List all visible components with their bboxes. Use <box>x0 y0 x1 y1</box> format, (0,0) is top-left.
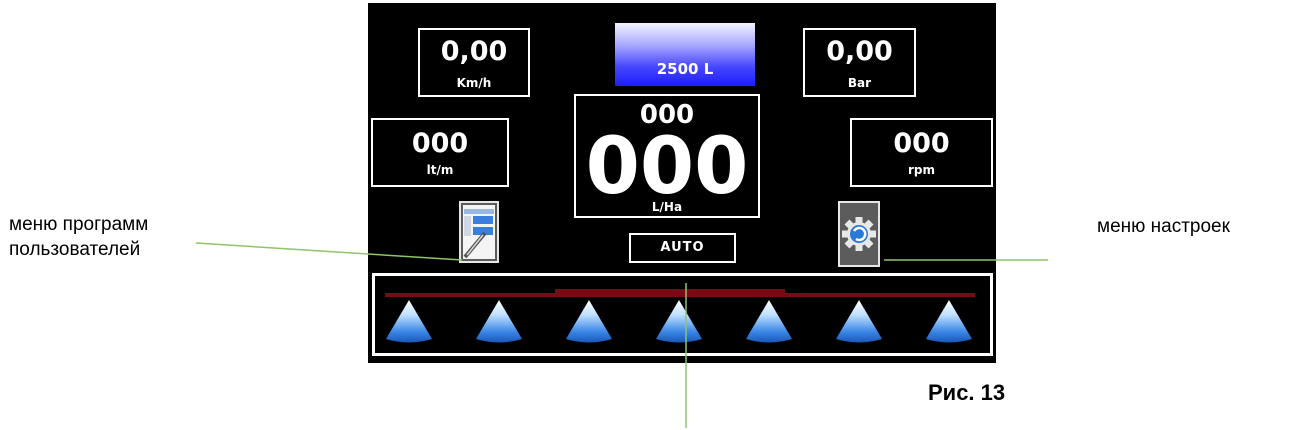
flow-value: 000 <box>411 128 469 159</box>
user-programs-annotation-line1: меню программ <box>9 214 149 235</box>
settings-gear-icon <box>842 217 876 251</box>
nozzle-icon[interactable] <box>476 300 522 343</box>
tank-level-button[interactable]: 2500 L <box>615 23 755 86</box>
boom-line-center <box>555 289 785 294</box>
rpm-value: 000 <box>893 128 950 159</box>
rpm-display: 000 rpm <box>850 118 993 187</box>
mode-auto-button[interactable]: AUTO <box>629 233 736 263</box>
pressure-value: 0,00 <box>826 36 893 67</box>
boom-graphic <box>385 289 975 343</box>
speed-display: 0,00 Km/h <box>418 28 530 97</box>
settings-menu-button[interactable] <box>838 201 880 267</box>
speed-unit: Km/h <box>456 76 492 90</box>
pressure-display: 0,00 Bar <box>803 28 916 97</box>
sprayer-display: 0,00 Km/h 2500 L 0,00 Bar 000 lt/m 000 r… <box>368 3 996 363</box>
nozzle-icon[interactable] <box>926 300 972 343</box>
figure-label: Рис. 13 <box>928 380 1006 405</box>
flow-display: 000 lt/m <box>371 118 509 187</box>
tank-level-label: 2500 L <box>656 60 714 78</box>
nozzle-icon[interactable] <box>566 300 612 343</box>
settings-menu-annotation: меню настроек <box>1097 216 1230 237</box>
pressure-unit: Bar <box>847 76 872 90</box>
user-programs-button[interactable] <box>459 201 499 263</box>
rate-value: 000 <box>585 122 749 212</box>
boom-sections-panel <box>372 273 993 356</box>
user-programs-annotation: меню программ пользователей <box>9 212 148 262</box>
flow-unit: lt/m <box>426 163 454 177</box>
rate-unit: L/Ha <box>651 200 683 214</box>
speed-value: 0,00 <box>440 36 508 67</box>
nozzle-icon[interactable] <box>386 300 432 343</box>
user-programs-annotation-line2: пользователей <box>9 239 141 260</box>
nozzle-icon[interactable] <box>746 300 792 343</box>
user-programs-icon <box>463 205 495 259</box>
nozzle-icon[interactable] <box>656 300 702 343</box>
rpm-unit: rpm <box>907 163 935 177</box>
rate-display: 000 000 L/Ha <box>574 94 760 218</box>
nozzle-icon[interactable] <box>836 300 882 343</box>
